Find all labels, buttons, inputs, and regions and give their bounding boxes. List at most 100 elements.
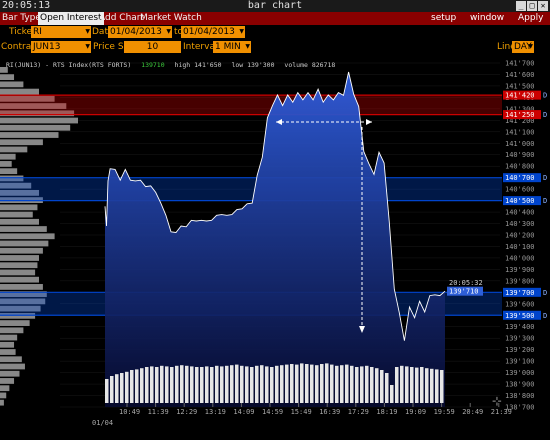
- y-tick-label: 141'100: [505, 128, 535, 136]
- profile-bar: [0, 139, 43, 146]
- volume-bar: [360, 366, 364, 403]
- volume-bar: [255, 365, 259, 403]
- y-tick-label: 139'100: [505, 358, 535, 366]
- volume-bar: [130, 370, 134, 403]
- ticker-field[interactable]: RI ▼: [31, 26, 91, 38]
- x-tick-label: 21:39: [491, 408, 512, 416]
- x-tick-label: 19:59: [434, 408, 455, 416]
- volume-bar: [415, 367, 419, 403]
- price-level-value: 140'500: [505, 197, 535, 205]
- volume-bar: [375, 368, 379, 403]
- volume-bar: [270, 367, 274, 403]
- volume-bar: [395, 367, 399, 403]
- profile-bar: [0, 255, 39, 261]
- price-level-value: 141'250: [505, 111, 535, 119]
- contract-field[interactable]: JUN13 ▼: [31, 41, 91, 53]
- volume-bar: [105, 379, 109, 403]
- minimize-icon[interactable]: _: [516, 1, 526, 11]
- profile-bar: [0, 204, 38, 211]
- y-tick-label: 140'000: [505, 254, 535, 262]
- profile-bar: [0, 81, 24, 88]
- volume-bar: [335, 365, 339, 403]
- profile-bar: [0, 161, 12, 167]
- date-to-field[interactable]: 01/04/2013 ▼: [181, 26, 245, 38]
- last-price-marker: 20:05:32139'710: [447, 279, 483, 296]
- volume-bar: [185, 365, 189, 403]
- volume-bar: [230, 365, 234, 403]
- volume-bar: [295, 364, 299, 403]
- profile-bar: [0, 124, 71, 131]
- contract-value: JUN13: [33, 42, 61, 52]
- profile-bar: [0, 240, 49, 247]
- window-menu[interactable]: window: [470, 13, 504, 23]
- price-level-value: 141'420: [505, 92, 535, 100]
- profile-bar: [0, 117, 78, 124]
- crosshair-icon: ⊹: [492, 394, 502, 408]
- volume-bar: [435, 369, 439, 403]
- y-tick-label: 140'200: [505, 232, 535, 240]
- volume-bar: [180, 365, 184, 403]
- profile-bar: [0, 247, 43, 254]
- chevron-down-icon: ▼: [239, 28, 244, 35]
- profile-bar: [0, 168, 18, 175]
- maximize-icon[interactable]: □: [527, 1, 537, 11]
- price-level-marker: D: [543, 174, 547, 182]
- window-title: bar chart: [247, 0, 303, 11]
- chart-volume: volume 826718: [284, 61, 335, 69]
- profile-bar: [0, 392, 7, 399]
- volume-bar: [205, 366, 209, 403]
- x-tick-label: 20:49: [462, 408, 483, 416]
- volume-bar: [115, 374, 119, 403]
- x-tick-label: 13:19: [205, 408, 226, 416]
- line-field[interactable]: DAY ▼: [512, 41, 534, 53]
- menu-open-interest[interactable]: Open Interest: [38, 12, 104, 25]
- x-tick-label: 12:29: [176, 408, 197, 416]
- date-from-field[interactable]: 01/04/2013 ▼: [108, 26, 172, 38]
- interval-field[interactable]: 1 MIN ▼: [213, 41, 251, 53]
- volume-bar: [405, 366, 409, 403]
- y-tick-label: 140'800: [505, 163, 535, 171]
- price-level-marker: D: [543, 312, 547, 320]
- y-tick-label: 140'600: [505, 186, 535, 194]
- price-level-value: 139'700: [505, 289, 535, 297]
- profile-bar: [0, 211, 33, 218]
- chart-low: low 139'300: [231, 61, 274, 69]
- profile-bar: [0, 146, 28, 153]
- profile-bar: [0, 378, 15, 384]
- menu-add-chart[interactable]: Add Chart: [99, 13, 144, 23]
- price-level-band: [0, 95, 502, 115]
- volume-bar: [370, 367, 374, 403]
- setup-menu[interactable]: setup: [431, 13, 456, 23]
- interval-value: 1 MIN: [215, 42, 241, 52]
- volume-bar: [250, 367, 254, 403]
- date-to-value: 01/04/2013: [183, 27, 235, 37]
- volume-bar: [125, 371, 129, 403]
- y-tick-label: 141'000: [505, 140, 535, 148]
- volume-bar: [145, 367, 149, 403]
- x-tick-label: 19:09: [405, 408, 426, 416]
- y-tick-label: 141'700: [505, 60, 535, 68]
- volume-bar: [315, 365, 319, 403]
- volume-bar: [200, 367, 204, 403]
- menu-bar-type[interactable]: Bar Type: [2, 13, 41, 23]
- apply-button[interactable]: Apply: [518, 13, 543, 23]
- volume-bar: [425, 368, 429, 403]
- profile-bar: [0, 269, 36, 276]
- chevron-down-icon: ▼: [85, 28, 90, 35]
- close-icon[interactable]: ✕: [538, 1, 548, 11]
- chevron-down-icon: ▼: [245, 43, 250, 50]
- volume-bar: [330, 364, 334, 403]
- price-scale-field[interactable]: 10: [124, 41, 181, 53]
- menu-market-watch[interactable]: Market Watch: [140, 13, 202, 23]
- price-level-value: 139'500: [505, 312, 535, 320]
- y-tick-label: 140'300: [505, 220, 535, 228]
- x-tick-label: 10:49: [119, 408, 140, 416]
- y-tick-label: 140'900: [505, 151, 535, 159]
- volume-bar: [155, 367, 159, 403]
- volume-bar: [170, 367, 174, 403]
- volume-bar: [320, 364, 324, 403]
- chart-area[interactable]: 141'700141'600141'500141'400141'300141'2…: [0, 57, 550, 440]
- volume-bar: [220, 366, 224, 403]
- profile-bar: [0, 262, 38, 269]
- profile-bar: [0, 153, 16, 160]
